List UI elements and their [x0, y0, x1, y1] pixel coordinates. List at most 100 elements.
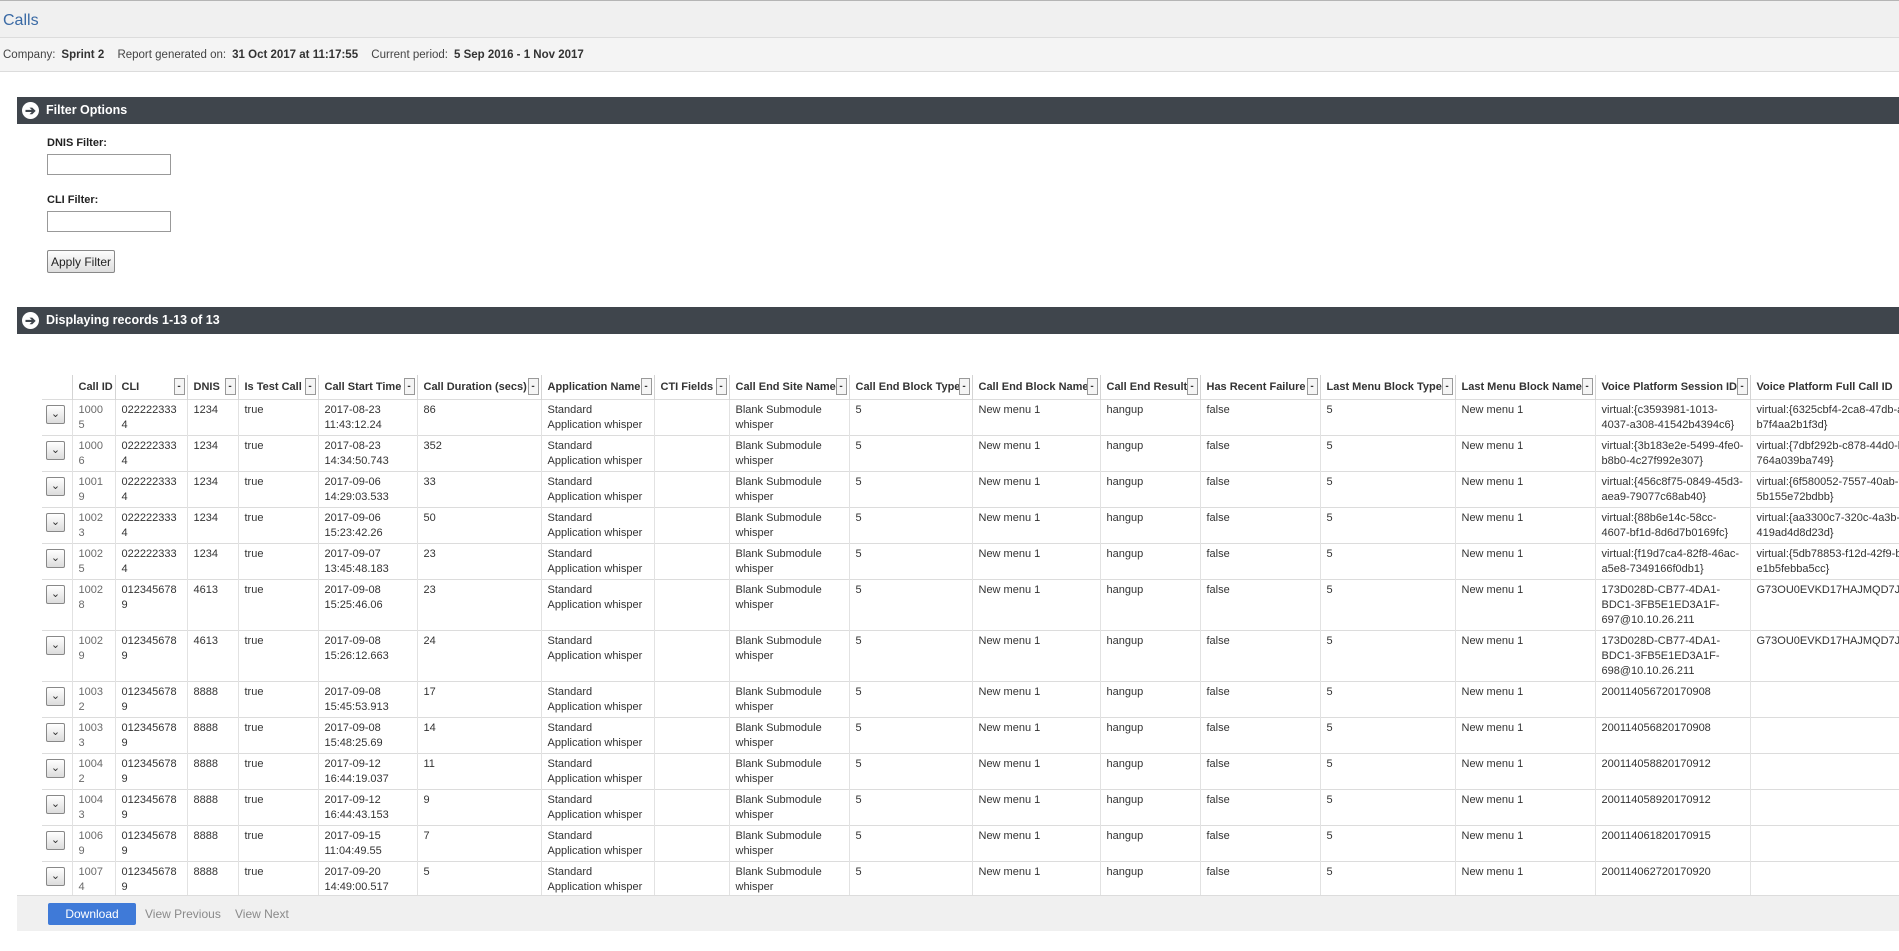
- column-menu-button[interactable]: -: [1306, 378, 1318, 395]
- table-cell: virtual:{7dbf292b-c878-44d0-b0e5-764a039…: [1749, 435, 1899, 472]
- column-menu-button[interactable]: -: [715, 378, 727, 395]
- table-cell: Standard Application whisper: [540, 630, 654, 682]
- column-header[interactable]: CLI -: [114, 375, 187, 400]
- expand-row-chevron-icon[interactable]: ⌄: [46, 585, 65, 604]
- table-row[interactable]: ⌄ 10019 0222223334 1234 true 2017-09-06 14:29…: [42, 471, 1899, 508]
- column-header[interactable]: Last Menu Block Name -: [1454, 375, 1595, 400]
- expand-row-chevron-icon[interactable]: ⌄: [46, 723, 65, 742]
- table-row[interactable]: ⌄ 10005 0222223334 1234 true 2017-08-23 11:43…: [42, 399, 1899, 436]
- table-row[interactable]: ⌄ 10033 0123456789 8888 true 2017-09-08 15:48…: [42, 717, 1899, 754]
- table-cell: Standard Application whisper: [540, 579, 654, 631]
- company-value: Sprint 2: [61, 49, 105, 61]
- table-cell: 200114061820170915: [1594, 825, 1750, 862]
- table-cell: 5: [1319, 753, 1455, 790]
- column-menu-button[interactable]: -: [173, 378, 185, 395]
- view-previous-link[interactable]: View Previous: [145, 907, 221, 921]
- column-menu-button[interactable]: -: [640, 378, 652, 395]
- table-cell: 8888: [186, 825, 238, 862]
- column-header[interactable]: Call End Block Name -: [971, 375, 1100, 400]
- column-header[interactable]: Call End Site Name -: [728, 375, 849, 400]
- column-header[interactable]: DNIS -: [186, 375, 238, 400]
- table-cell: 2017-08-23 14:34:50.743: [317, 435, 417, 472]
- expand-row-chevron-icon[interactable]: ⌄: [46, 867, 65, 886]
- column-header[interactable]: Call ID: [71, 375, 115, 400]
- column-header[interactable]: Application Name -: [540, 375, 654, 400]
- expand-row-chevron-icon[interactable]: ⌄: [46, 795, 65, 814]
- column-menu-button[interactable]: -: [1441, 378, 1453, 395]
- table-cell: 0222223334: [114, 435, 187, 472]
- table-cell: 1234: [186, 399, 238, 436]
- table-row[interactable]: ⌄ 10029 0123456789 4613 true 2017-09-08 15:26…: [42, 630, 1899, 682]
- expand-row-chevron-icon[interactable]: ⌄: [46, 405, 65, 424]
- table-cell: New menu 1: [971, 717, 1100, 754]
- dnis-filter-input[interactable]: [47, 154, 171, 175]
- column-menu-button[interactable]: -: [304, 378, 316, 395]
- column-header[interactable]: Call Start Time -: [317, 375, 417, 400]
- records-header[interactable]: ➔ Displaying records 1-13 of 13: [17, 307, 1899, 334]
- column-header[interactable]: Voice Platform Session ID -: [1594, 375, 1750, 400]
- table-cell: 33: [416, 471, 541, 508]
- column-menu-button[interactable]: -: [224, 378, 236, 395]
- table-row[interactable]: ⌄ 10074 0123456789 8888 true 2017-09-20 14:49…: [42, 861, 1899, 897]
- table-cell: hangup: [1099, 753, 1200, 790]
- column-menu-button[interactable]: -: [403, 378, 415, 395]
- table-row[interactable]: ⌄ 10043 0123456789 8888 true 2017-09-12 16:44…: [42, 789, 1899, 826]
- column-menu-button[interactable]: -: [1186, 378, 1198, 395]
- table-cell: virtual:{5db78853-f12d-42f9-b2e3-e1b5feb…: [1749, 543, 1899, 580]
- current-period-value: 5 Sep 2016 - 1 Nov 2017: [454, 49, 584, 61]
- table-cell: 10019: [71, 471, 115, 508]
- column-header[interactable]: CTI Fields -: [653, 375, 729, 400]
- column-header-label: Has Recent Failure: [1206, 381, 1306, 393]
- table-row[interactable]: ⌄ 10023 0222223334 1234 true 2017-09-06 15:23…: [42, 507, 1899, 544]
- expand-row-chevron-icon[interactable]: ⌄: [46, 759, 65, 778]
- expand-row-chevron-icon[interactable]: ⌄: [46, 687, 65, 706]
- table-row[interactable]: ⌄ 10042 0123456789 8888 true 2017-09-12 16:44…: [42, 753, 1899, 790]
- expand-cell: ⌄: [42, 681, 72, 718]
- expand-cell: ⌄: [42, 789, 72, 826]
- cli-filter-input[interactable]: [47, 211, 171, 232]
- company-label: Company:: [3, 49, 56, 61]
- column-header[interactable]: Call End Block Type -: [848, 375, 972, 400]
- column-menu-button[interactable]: -: [527, 378, 539, 395]
- table-cell: New menu 1: [1454, 681, 1595, 718]
- column-header[interactable]: Call End Result -: [1099, 375, 1200, 400]
- table-cell: New menu 1: [971, 753, 1100, 790]
- table-row[interactable]: ⌄ 10025 0222223334 1234 true 2017-09-07 13:45…: [42, 543, 1899, 580]
- table-cell: 1234: [186, 507, 238, 544]
- expand-row-chevron-icon[interactable]: ⌄: [46, 831, 65, 850]
- apply-filter-button[interactable]: Apply Filter: [47, 250, 115, 273]
- table-cell: 5: [1319, 681, 1455, 718]
- expand-row-chevron-icon[interactable]: ⌄: [46, 636, 65, 655]
- expand-row-chevron-icon[interactable]: ⌄: [46, 477, 65, 496]
- table-row[interactable]: ⌄ 10028 0123456789 4613 true 2017-09-08 15:25…: [42, 579, 1899, 631]
- column-header-label: Is Test Call: [244, 381, 302, 393]
- table-cell: New menu 1: [971, 630, 1100, 682]
- table-cell: New menu 1: [971, 579, 1100, 631]
- column-header[interactable]: Voice Platform Full Call ID-: [1749, 375, 1899, 400]
- column-menu-button[interactable]: -: [835, 378, 847, 395]
- column-menu-button[interactable]: -: [1581, 378, 1593, 395]
- expand-row-chevron-icon[interactable]: ⌄: [46, 549, 65, 568]
- column-header[interactable]: Is Test Call -: [237, 375, 318, 400]
- column-menu-button[interactable]: -: [1086, 378, 1098, 395]
- expand-row-chevron-icon[interactable]: ⌄: [46, 513, 65, 532]
- table-row[interactable]: ⌄ 10069 0123456789 8888 true 2017-09-15 11:04…: [42, 825, 1899, 862]
- table-row[interactable]: ⌄ 10032 0123456789 8888 true 2017-09-08 15:45…: [42, 681, 1899, 718]
- expand-row-chevron-icon[interactable]: ⌄: [46, 441, 65, 460]
- filter-options-header[interactable]: ➔ Filter Options: [17, 97, 1899, 124]
- column-header[interactable]: Last Menu Block Type -: [1319, 375, 1455, 400]
- view-next-link[interactable]: View Next: [235, 907, 289, 921]
- table-cell: 0123456789: [114, 681, 187, 718]
- table-cell: [653, 507, 729, 544]
- table-cell: Standard Application whisper: [540, 825, 654, 862]
- download-button[interactable]: Download: [48, 903, 136, 925]
- table-cell: 2017-08-23 11:43:12.24: [317, 399, 417, 436]
- footer-bar: Download View Previous View Next: [17, 895, 1899, 931]
- table-cell: false: [1199, 507, 1320, 544]
- column-menu-button[interactable]: -: [1736, 378, 1748, 395]
- table-cell: Blank Submodule whisper: [728, 753, 849, 790]
- column-menu-button[interactable]: -: [958, 378, 970, 395]
- column-header[interactable]: Has Recent Failure -: [1199, 375, 1320, 400]
- column-header[interactable]: Call Duration (secs) -: [416, 375, 541, 400]
- table-row[interactable]: ⌄ 10006 0222223334 1234 true 2017-08-23 14:34…: [42, 435, 1899, 472]
